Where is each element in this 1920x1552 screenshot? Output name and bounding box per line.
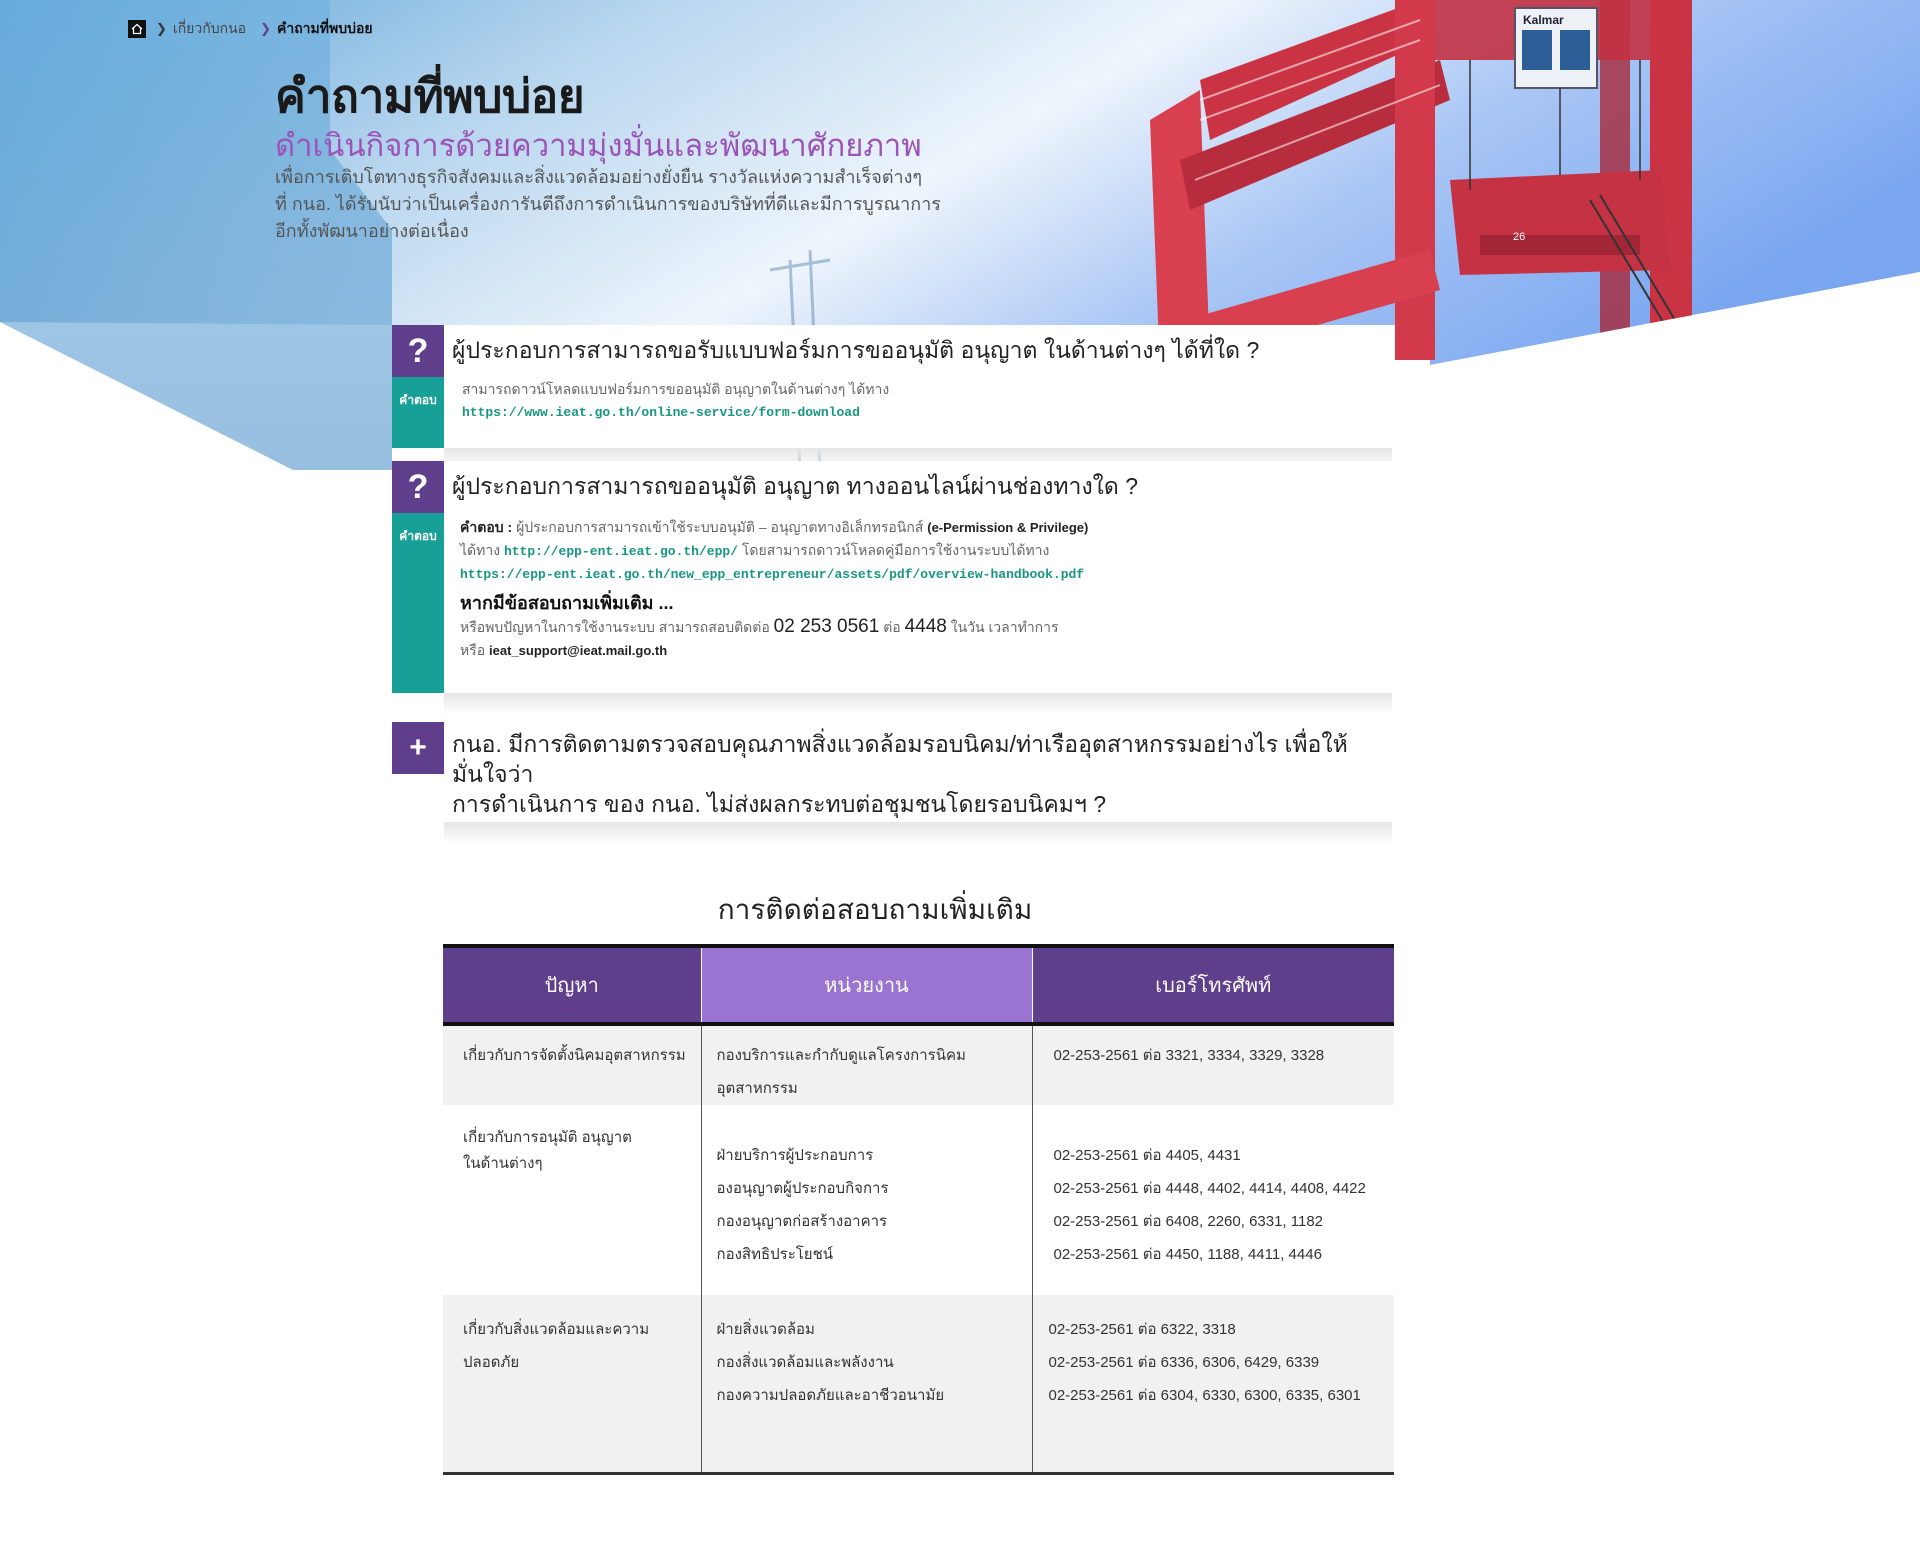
unit-cell: องอนุญาตผู้ประกอบกิจการ xyxy=(716,1180,889,1197)
divider xyxy=(444,822,1392,844)
divider xyxy=(444,693,1392,715)
phone-cell: 02-253-2561 ต่อ 6322, 3318 xyxy=(1048,1321,1236,1338)
phone-cell: 02-253-2561 ต่อ 4450, 1188, 4411, 4446 xyxy=(1053,1246,1322,1263)
contact-title: การติดต่อสอบถามเพิ่มเติม xyxy=(0,888,1920,932)
contact-table: ปัญหา หน่วยงาน เบอร์โทรศัพท์ เกี่ยวกับกา… xyxy=(443,944,1394,1475)
breadcrumb-item-about[interactable]: เกี่ยวกับกนอ xyxy=(173,18,246,40)
unit-cell: กองความปลอดภัยและอาชีวอนามัย xyxy=(716,1387,945,1404)
answer-line: ผู้ประกอบการสามารถเข้าใช้ระบบอนุมัติ – อ… xyxy=(516,519,924,535)
more-info-line: ในวัน เวลาทำการ xyxy=(950,619,1059,635)
ext-number: 4448 xyxy=(904,616,947,637)
unit-cell: กองสิทธิประโยชน์ xyxy=(716,1246,834,1263)
problem-cell: เกี่ยวกับการจัดตั้งนิคมอุตสาหกรรม xyxy=(463,1047,686,1064)
more-info-line: หรือพบปัญหาในการใช้งานระบบ สามารถสอบติดต… xyxy=(460,619,770,635)
description-line: ที่ กนอ. ได้รับนับว่าเป็นเครื่องการันตีถ… xyxy=(275,194,941,214)
faq-question[interactable]: ผู้ประกอบการสามารถขอรับแบบฟอร์มการขออนุม… xyxy=(444,325,1392,365)
more-info-title: หากมีข้อสอบถามเพิ่มเติม ... xyxy=(460,593,674,613)
column-header: เบอร์โทรศัพท์ xyxy=(1032,946,1394,1026)
faq-item: ? คำตอบ ผู้ประกอบการสามารถขอรับแบบฟอร์มก… xyxy=(392,325,1392,448)
faq-card: ผู้ประกอบการสามารถขอรับแบบฟอร์มการขออนุม… xyxy=(444,325,1392,448)
answer-line: ได้ทาง xyxy=(460,542,501,558)
question-mark-icon[interactable]: ? xyxy=(392,325,444,377)
answer-label: คำตอบ xyxy=(392,377,444,448)
crane-number: 26 xyxy=(1513,231,1525,243)
unit-cell: กองบริการและกำกับดูแลโครงการนิคมอุตสาหกร… xyxy=(716,1047,966,1097)
faq-item: ? คำตอบ ผู้ประกอบการสามารถขออนุมัติ อนุญ… xyxy=(392,461,1392,693)
column-header: ปัญหา xyxy=(443,946,701,1026)
breadcrumb: ❯ เกี่ยวกับกนอ ❯ คำถามที่พบบ่อย xyxy=(128,18,373,40)
faq-question-line: การดำเนินการ ของ กนอ. ไม่ส่งผลกระทบต่อชุ… xyxy=(452,791,1107,817)
or-label: หรือ xyxy=(460,642,486,658)
column-header: หน่วยงาน xyxy=(700,946,1033,1026)
faq-card: ผู้ประกอบการสามารถขออนุมัติ อนุญาต ทางออ… xyxy=(444,461,1392,693)
unit-cell: กองอนุญาตก่อสร้างอาคาร xyxy=(716,1213,888,1230)
answer-bold: (e-Permission & Privilege) xyxy=(927,520,1089,535)
faq-item-collapsed: + กนอ. มีการติดตามตรวจสอบคุณภาพสิ่งแวดล้… xyxy=(392,722,1392,822)
answer-label: คำตอบ xyxy=(392,513,444,693)
table-row: เกี่ยวกับการจัดตั้งนิคมอุตสาหกรรม กองบริ… xyxy=(443,1024,1394,1105)
phone-cell: 02-253-2561 ต่อ 6408, 2260, 6331, 1182 xyxy=(1053,1213,1324,1230)
phone-cell: 02-253-2561 ต่อ 6336, 6306, 6429, 6339 xyxy=(1048,1354,1320,1371)
chevron-right-icon: ❯ xyxy=(260,21,271,36)
breadcrumb-item-current: คำถามที่พบบ่อย xyxy=(276,20,373,36)
table-header-row: ปัญหา หน่วยงาน เบอร์โทรศัพท์ xyxy=(443,946,1394,1026)
ext-label: ต่อ xyxy=(883,619,901,635)
chevron-right-icon: ❯ xyxy=(156,21,167,36)
phone-cell: 02-253-2561 ต่อ 6304, 6330, 6300, 6335, … xyxy=(1048,1387,1361,1404)
form-download-link[interactable]: https://www.ieat.go.th/online-service/fo… xyxy=(462,401,1392,424)
problem-cell: ในด้านต่างๆ xyxy=(463,1155,543,1172)
problem-cell: เกี่ยวกับสิ่งแวดล้อมและความปลอดภัย xyxy=(463,1321,650,1371)
phone-cell: 02-253-2561 ต่อ 4448, 4402, 4414, 4408, … xyxy=(1053,1180,1366,1197)
table-row: เกี่ยวกับสิ่งแวดล้อมและความปลอดภัย ฝ่ายส… xyxy=(443,1295,1394,1473)
unit-cell: ฝ่ายสิ่งแวดล้อม xyxy=(716,1321,815,1338)
support-email[interactable]: ieat_support@ieat.mail.go.th xyxy=(489,643,667,658)
table-row: เกี่ยวกับการอนุมัติ อนุญาต ในด้านต่างๆ ฝ… xyxy=(443,1105,1394,1295)
answer-line: โดยสามารถดาวน์โหลดคู่มือการใช้งานระบบได้… xyxy=(741,542,1050,558)
phone-cell: 02-253-2561 ต่อ 4405, 4431 xyxy=(1053,1147,1241,1164)
problem-cell: เกี่ยวกับการอนุมัติ อนุญาต xyxy=(463,1129,632,1146)
contact-title-text: การติดต่อสอบถามเพิ่มเติม xyxy=(717,894,1033,925)
answer-prefix: คำตอบ xyxy=(460,519,504,535)
phone-cell: 02-253-2561 ต่อ 3321, 3334, 3329, 3328 xyxy=(1053,1047,1325,1064)
faq-question[interactable]: กนอ. มีการติดตามตรวจสอบคุณภาพสิ่งแวดล้อม… xyxy=(444,722,1392,819)
description-line: อีกทั้งพัฒนาอย่างต่อเนื่อง xyxy=(275,221,469,241)
faq-answer-text: สามารถดาวน์โหลดแบบฟอร์มการขออนุมัติ อนุญ… xyxy=(462,381,890,397)
unit-cell: กองสิ่งแวดล้อมและพลังงาน xyxy=(716,1354,894,1371)
phone-number: 02 253 0561 xyxy=(773,616,880,637)
faq-question[interactable]: ผู้ประกอบการสามารถขออนุมัติ อนุญาต ทางออ… xyxy=(444,461,1392,501)
handbook-link[interactable]: https://epp-ent.ieat.go.th/new_epp_entre… xyxy=(460,563,1392,586)
faq-question-line: กนอ. มีการติดตามตรวจสอบคุณภาพสิ่งแวดล้อม… xyxy=(452,731,1348,787)
expand-plus-icon[interactable]: + xyxy=(392,722,444,774)
crane-brand-text: Kalmar xyxy=(1523,13,1564,27)
epp-link[interactable]: http://epp-ent.ieat.go.th/epp/ xyxy=(504,544,738,559)
unit-cell: ฝ่ายบริการผู้ประกอบการ xyxy=(716,1147,874,1164)
description-line: เพื่อการเติบโตทางธุรกิจสังคมและสิ่งแวดล้… xyxy=(275,167,923,187)
home-icon[interactable] xyxy=(128,20,146,38)
page-description: เพื่อการเติบโตทางธุรกิจสังคมและสิ่งแวดล้… xyxy=(275,164,941,245)
question-mark-icon[interactable]: ? xyxy=(392,461,444,513)
faq-card[interactable]: กนอ. มีการติดตามตรวจสอบคุณภาพสิ่งแวดล้อม… xyxy=(444,722,1392,822)
page-subtitle: ดำเนินกิจการด้วยความมุ่งมั่นและพัฒนาศักย… xyxy=(275,128,922,163)
